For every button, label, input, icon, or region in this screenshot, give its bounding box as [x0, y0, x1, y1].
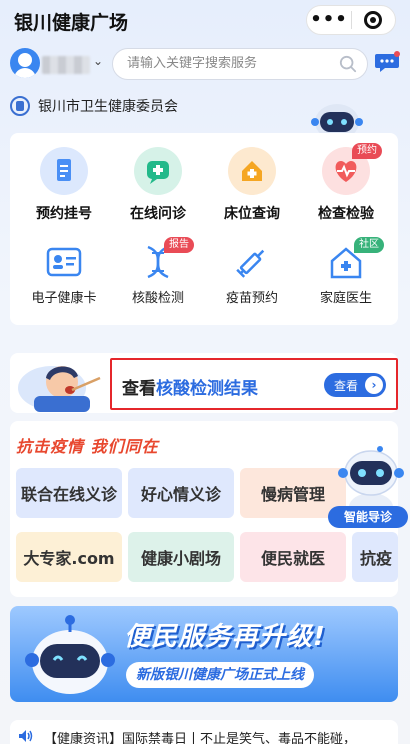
- smart-guide-button[interactable]: 智能导诊: [328, 506, 408, 528]
- service-label: 电子健康卡: [31, 291, 97, 306]
- service-health-card[interactable]: 电子健康卡: [16, 243, 112, 306]
- tile-convenient-care[interactable]: 便民就医: [240, 532, 346, 582]
- service-family-doctor[interactable]: 家庭医生 社区: [298, 237, 394, 306]
- nucleic-result-highlight[interactable]: 查看核酸检测结果 查看 ›: [110, 358, 398, 410]
- close-mini-program-button[interactable]: [352, 11, 395, 29]
- community-tag: 社区: [354, 237, 384, 253]
- chevron-right-icon: ›: [365, 376, 383, 394]
- service-vaccine[interactable]: 疫苗预约: [204, 243, 300, 306]
- message-icon[interactable]: [374, 51, 400, 75]
- service-label: 家庭医生: [319, 291, 372, 306]
- close-target-icon: [364, 11, 383, 29]
- service-label: 预约挂号: [36, 206, 92, 222]
- service-nucleic-test[interactable]: 核酸检测 报告: [110, 237, 206, 306]
- view-result-button[interactable]: 查看 ›: [324, 373, 386, 397]
- tile-online-clinic[interactable]: 联合在线义诊: [16, 468, 122, 518]
- tile-big-expert[interactable]: 大专家.com: [16, 532, 122, 582]
- tile-good-mood-clinic[interactable]: 好心情义诊: [128, 468, 234, 518]
- app-title: 银川健康广场: [14, 12, 129, 34]
- nucleic-result-text: 查看核酸检测结果: [122, 379, 258, 399]
- hospital-bed-icon: [228, 147, 276, 195]
- report-tag: 报告: [164, 237, 194, 253]
- mini-program-capsule: •••: [306, 5, 396, 35]
- search-input[interactable]: [127, 56, 327, 71]
- syringe-icon: [232, 243, 272, 281]
- section-title: 抗击疫情 我们同在: [16, 437, 159, 456]
- banner-title: 便民服务再升级!: [124, 622, 326, 652]
- robot-mascot-icon: [25, 615, 115, 694]
- id-card-icon: [44, 243, 84, 281]
- username-redacted[interactable]: [42, 56, 90, 74]
- swab-test-illustration-icon: [18, 366, 101, 412]
- service-grid-card: 预约挂号 在线问诊 床位查询 检查检验 预约 电子健康卡 核酸检测 报告 疫苗预…: [10, 133, 398, 325]
- tile-anti-epidemic[interactable]: 抗疫: [352, 532, 398, 582]
- organization-line[interactable]: 银川市卫生健康委员会: [10, 95, 178, 117]
- service-label: 在线问诊: [130, 206, 186, 222]
- tile-health-theater[interactable]: 健康小剧场: [128, 532, 234, 582]
- service-label: 床位查询: [224, 206, 280, 222]
- upgrade-banner[interactable]: 便民服务再升级! 新版银川健康广场正式上线: [10, 606, 398, 702]
- speaker-icon: [19, 730, 33, 742]
- search-bar[interactable]: [112, 48, 368, 80]
- news-headline: 【健康资讯】国际禁毒日丨不止是笑气、毒品不能碰，: [44, 732, 357, 744]
- service-label: 核酸检测: [131, 291, 184, 306]
- consult-plus-icon: [134, 147, 182, 195]
- service-appointment[interactable]: 预约挂号: [16, 147, 112, 223]
- service-bed-query[interactable]: 床位查询: [204, 147, 300, 223]
- search-icon[interactable]: [339, 55, 357, 73]
- more-menu-icon[interactable]: •••: [307, 6, 351, 34]
- appointment-tag: 预约: [352, 143, 382, 159]
- avatar[interactable]: [10, 48, 40, 78]
- service-label: 检查检验: [318, 206, 374, 222]
- service-label: 疫苗预约: [225, 291, 278, 306]
- service-online-consult[interactable]: 在线问诊: [110, 147, 206, 223]
- clipboard-icon: [40, 147, 88, 195]
- organization-name: 银川市卫生健康委员会: [38, 99, 178, 115]
- health-commission-logo-icon: [10, 96, 30, 116]
- news-ticker[interactable]: 【健康资讯】国际禁毒日丨不止是笑气、毒品不能碰，: [10, 720, 398, 744]
- title-bar: 银川健康广场 •••: [0, 0, 410, 40]
- service-examination[interactable]: 检查检验 预约: [298, 143, 394, 223]
- banner-subtitle: 新版银川健康广场正式上线: [126, 662, 314, 688]
- chevron-down-icon[interactable]: ⌄: [93, 54, 103, 68]
